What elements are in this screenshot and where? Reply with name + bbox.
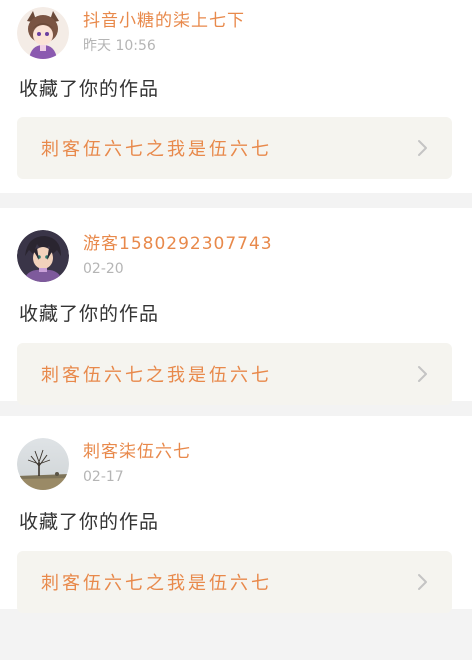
work-link[interactable]: 刺客伍六七之我是伍六七 [17, 117, 452, 179]
notification-header: 游客1580292307743 02-20 [17, 230, 273, 282]
notification-feed: 抖音小糖的柒上七下 昨天 10:56 收藏了你的作品 刺客伍六七之我是伍六七 游… [0, 0, 472, 613]
notification-header: 抖音小糖的柒上七下 昨天 10:56 [17, 7, 245, 59]
notification-card: 游客1580292307743 02-20 收藏了你的作品 刺客伍六七之我是伍六… [0, 208, 472, 405]
notification-header: 刺客柒伍六七 02-17 [17, 438, 191, 490]
chevron-right-icon [418, 366, 427, 382]
chevron-right-icon [418, 140, 427, 156]
work-link[interactable]: 刺客伍六七之我是伍六七 [17, 343, 452, 405]
avatar[interactable] [17, 230, 69, 282]
notification-card: 抖音小糖的柒上七下 昨天 10:56 收藏了你的作品 刺客伍六七之我是伍六七 [0, 0, 472, 193]
chevron-right-icon [418, 574, 427, 590]
notification-card: 刺客柒伍六七 02-17 收藏了你的作品 刺客伍六七之我是伍六七 [0, 416, 472, 613]
user-meta: 游客1580292307743 02-20 [83, 234, 273, 278]
timestamp: 02-17 [83, 469, 124, 485]
timestamp: 02-20 [83, 261, 124, 277]
username-link[interactable]: 刺客柒伍六七 [83, 442, 191, 462]
work-title: 刺客伍六七之我是伍六七 [41, 365, 272, 386]
action-text: 收藏了你的作品 [19, 303, 160, 325]
work-link[interactable]: 刺客伍六七之我是伍六七 [17, 551, 452, 613]
avatar[interactable] [17, 7, 69, 59]
username-link[interactable]: 抖音小糖的柒上七下 [83, 11, 245, 31]
work-title: 刺客伍六七之我是伍六七 [41, 573, 272, 594]
action-text: 收藏了你的作品 [19, 78, 160, 100]
username-link[interactable]: 游客1580292307743 [83, 234, 273, 254]
avatar[interactable] [17, 438, 69, 490]
timestamp: 昨天 10:56 [83, 38, 156, 54]
action-text: 收藏了你的作品 [19, 511, 160, 533]
work-title: 刺客伍六七之我是伍六七 [41, 139, 272, 160]
user-meta: 刺客柒伍六七 02-17 [83, 442, 191, 486]
user-meta: 抖音小糖的柒上七下 昨天 10:56 [83, 11, 245, 55]
